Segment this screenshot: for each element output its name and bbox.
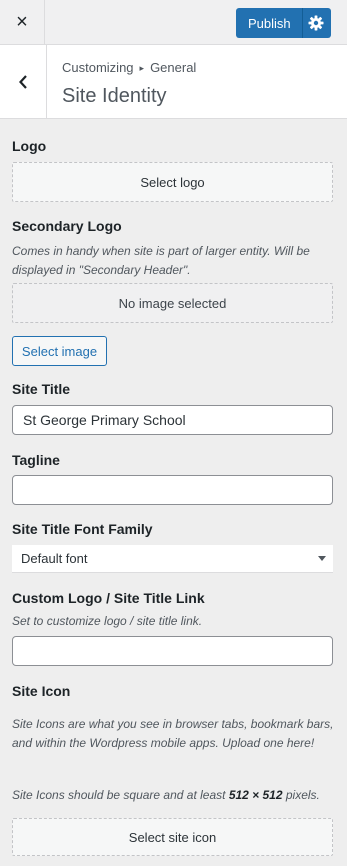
logo-title: Logo — [12, 138, 47, 154]
site-icon-size-value: 512 × 512 — [228, 788, 283, 802]
font-family-selected: Default font — [21, 551, 88, 566]
close-button[interactable]: × — [0, 0, 45, 45]
gear-icon[interactable] — [308, 15, 324, 31]
close-icon: × — [16, 11, 28, 33]
site-icon-size-pre: Site Icons should be square and at least — [12, 788, 229, 802]
site-title-input[interactable]: St George Primary School — [12, 405, 333, 435]
custom-link-input[interactable] — [12, 636, 333, 666]
breadcrumb-root: Customizing — [62, 60, 134, 75]
publish-button[interactable]: Publish — [236, 8, 331, 38]
select-site-icon-button[interactable]: Select site icon — [12, 818, 333, 856]
custom-link-label: Custom Logo / Site Title Link — [12, 590, 205, 606]
page-title: Site Identity — [62, 85, 167, 107]
section-header: Customizing ▸ General Site Identity — [0, 45, 347, 119]
site-icon-size-post: pixels. — [282, 788, 320, 802]
font-family-label: Site Title Font Family — [12, 521, 153, 537]
site-icon-title: Site Icon — [12, 683, 71, 699]
select-image-button[interactable]: Select image — [12, 336, 107, 366]
back-button[interactable] — [0, 45, 47, 118]
tagline-label: Tagline — [12, 452, 60, 468]
custom-link-description: Set to customize logo / site title link. — [12, 614, 203, 628]
site-icon-description: Site Icons are what you see in browser t… — [12, 717, 334, 750]
dropdown-arrow-icon — [318, 556, 326, 561]
font-family-select[interactable]: Default font — [12, 545, 333, 573]
publish-separator — [302, 8, 303, 38]
secondary-logo-description: Comes in handy when site is part of larg… — [12, 244, 310, 277]
customizer-topbar: × Publish — [0, 0, 347, 45]
tagline-input[interactable] — [12, 475, 333, 505]
site-icon-size-note: Site Icons should be square and at least… — [12, 786, 335, 805]
breadcrumb-arrow-icon: ▸ — [139, 63, 145, 73]
secondary-logo-title: Secondary Logo — [12, 218, 122, 234]
publish-label: Publish — [248, 15, 291, 31]
breadcrumb: Customizing ▸ General — [62, 60, 196, 75]
site-title-label: Site Title — [12, 381, 71, 397]
secondary-logo-placeholder: No image selected — [12, 283, 333, 323]
select-logo-button[interactable]: Select logo — [12, 162, 333, 202]
chevron-left-icon — [19, 74, 27, 89]
breadcrumb-section: General — [150, 60, 197, 75]
